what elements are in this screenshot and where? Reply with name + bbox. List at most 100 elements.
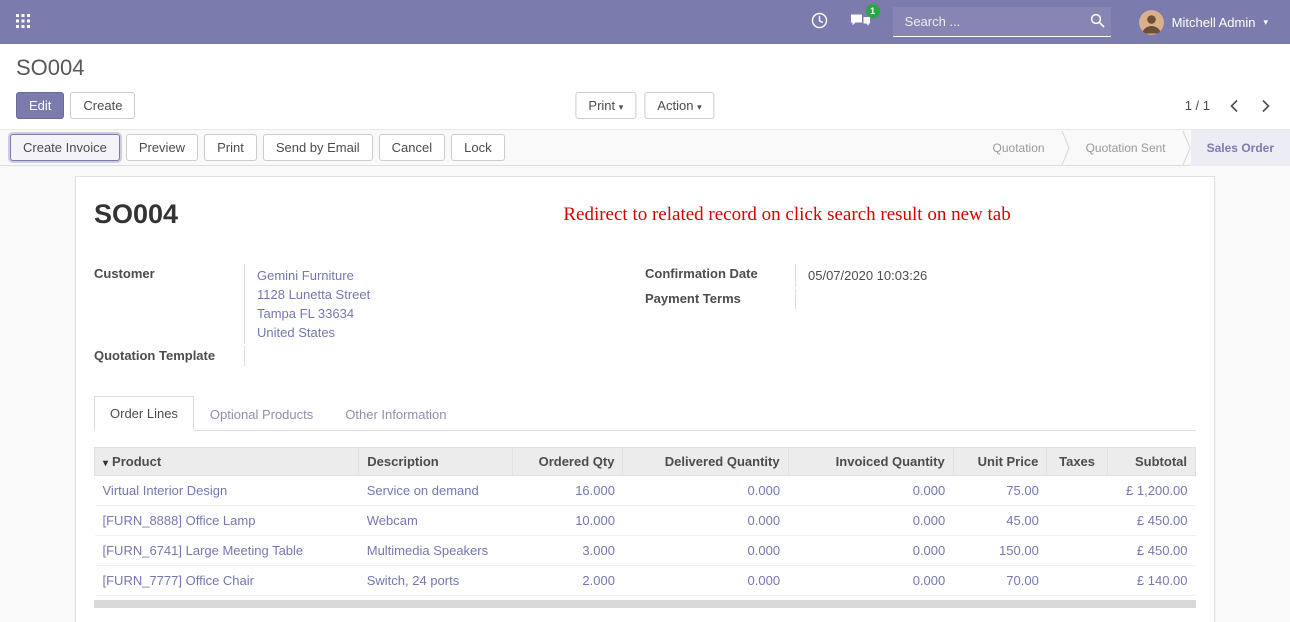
action-dropdown-button[interactable]: Action ▾ bbox=[644, 92, 714, 119]
product-link[interactable]: [FURN_6741] Large Meeting Table bbox=[103, 543, 304, 558]
taxes-cell bbox=[1047, 536, 1108, 566]
user-menu[interactable]: Mitchell Admin ▾ bbox=[1133, 9, 1274, 36]
sales-order-sheet: SO004 Redirect to related record on clic… bbox=[75, 176, 1215, 622]
table-header-row: ▾Product Description Ordered Qty Deliver… bbox=[95, 448, 1196, 476]
product-link[interactable]: [FURN_8888] Office Lamp bbox=[103, 513, 256, 528]
product-link[interactable]: [FURN_7777] Office Chair bbox=[103, 573, 255, 588]
annotation-text: Redirect to related record on click sear… bbox=[178, 204, 1196, 226]
payment-terms-value bbox=[795, 289, 1196, 309]
preview-button[interactable]: Preview bbox=[126, 134, 198, 161]
apps-menu-button[interactable] bbox=[16, 14, 30, 31]
activities-button[interactable] bbox=[811, 12, 828, 32]
customer-name-link[interactable]: Gemini Furniture bbox=[257, 266, 621, 285]
ordered-qty-cell: 2.000 bbox=[513, 566, 623, 596]
tab-order-lines[interactable]: Order Lines bbox=[94, 396, 194, 431]
confirmation-date-field: Confirmation Date 05/07/2020 10:03:26 bbox=[645, 264, 1196, 287]
page-title: SO004 bbox=[16, 55, 85, 80]
subtotal-cell: £ 140.00 bbox=[1107, 566, 1195, 596]
unit-price-cell: 75.00 bbox=[953, 476, 1047, 506]
subtotal-cell: £ 1,200.00 bbox=[1107, 476, 1195, 506]
order-line-row[interactable]: [FURN_6741] Large Meeting Table Multimed… bbox=[95, 536, 1196, 566]
user-avatar bbox=[1139, 10, 1164, 35]
pager-previous-button[interactable] bbox=[1226, 97, 1242, 115]
breadcrumb: SO004 bbox=[0, 44, 1290, 84]
order-line-row[interactable]: [FURN_7777] Office Chair Switch, 24 port… bbox=[95, 566, 1196, 596]
column-header-ordered-qty[interactable]: Ordered Qty bbox=[513, 448, 623, 476]
state-quotation-sent[interactable]: Quotation Sent bbox=[1070, 130, 1182, 166]
unit-price-cell: 45.00 bbox=[953, 506, 1047, 536]
column-header-unit-price[interactable]: Unit Price bbox=[953, 448, 1047, 476]
description-cell: Switch, 24 ports bbox=[359, 566, 513, 596]
record-title: SO004 bbox=[94, 199, 178, 230]
caret-down-icon: ▾ bbox=[697, 102, 702, 112]
apps-grid-icon bbox=[16, 14, 30, 31]
tab-other-information[interactable]: Other Information bbox=[329, 396, 462, 431]
subtotal-cell: £ 450.00 bbox=[1107, 506, 1195, 536]
product-link[interactable]: Virtual Interior Design bbox=[103, 483, 228, 498]
column-header-taxes[interactable]: Taxes bbox=[1047, 448, 1108, 476]
state-quotation[interactable]: Quotation bbox=[977, 130, 1061, 166]
search-icon bbox=[1090, 13, 1105, 31]
lock-button[interactable]: Lock bbox=[451, 134, 504, 161]
customer-city: Tampa FL 33634 bbox=[257, 304, 621, 323]
state-chevron-icon bbox=[1061, 130, 1070, 166]
customer-country: United States bbox=[257, 323, 621, 342]
field-groups: Customer Gemini Furniture 1128 Lunetta S… bbox=[94, 264, 1196, 368]
invoiced-qty-cell: 0.000 bbox=[788, 536, 953, 566]
notebook-tabs: Order Lines Optional Products Other Info… bbox=[94, 396, 1196, 431]
messages-button[interactable]: 1 bbox=[850, 12, 871, 32]
print-dropdown-button[interactable]: Print ▾ bbox=[575, 92, 636, 119]
cancel-button[interactable]: Cancel bbox=[379, 134, 445, 161]
print-button[interactable]: Print bbox=[204, 134, 257, 161]
create-invoice-button[interactable]: Create Invoice bbox=[10, 134, 120, 161]
quotation-template-label: Quotation Template bbox=[94, 346, 244, 366]
taxes-cell bbox=[1047, 506, 1108, 536]
control-panel: Edit Create Print ▾ Action ▾ 1 / 1 bbox=[0, 84, 1290, 129]
edit-button[interactable]: Edit bbox=[16, 92, 64, 119]
column-header-delivered-quantity[interactable]: Delivered Quantity bbox=[623, 448, 788, 476]
unit-price-cell: 70.00 bbox=[953, 566, 1047, 596]
clock-icon bbox=[811, 12, 828, 32]
search-input[interactable] bbox=[903, 13, 1090, 30]
state-sales-order[interactable]: Sales Order bbox=[1191, 130, 1290, 166]
payment-terms-label: Payment Terms bbox=[645, 289, 795, 309]
top-navbar: 1 Mitchell Admin bbox=[0, 0, 1290, 44]
global-search bbox=[893, 7, 1111, 37]
state-chevron-icon bbox=[1182, 130, 1191, 166]
customer-label: Customer bbox=[94, 264, 244, 344]
user-name: Mitchell Admin bbox=[1172, 15, 1256, 30]
delivered-qty-cell: 0.000 bbox=[623, 476, 788, 506]
table-scrollbar bbox=[94, 600, 1196, 608]
description-cell: Service on demand bbox=[359, 476, 513, 506]
create-button[interactable]: Create bbox=[70, 92, 135, 119]
statusbar: Create Invoice Preview Print Send by Ema… bbox=[0, 129, 1290, 166]
column-header-invoiced-quantity[interactable]: Invoiced Quantity bbox=[788, 448, 953, 476]
message-count-badge: 1 bbox=[866, 4, 880, 18]
taxes-cell bbox=[1047, 476, 1108, 506]
pager-next-button[interactable] bbox=[1258, 97, 1274, 115]
pager-value: 1 / 1 bbox=[1185, 98, 1210, 113]
order-line-row[interactable]: [FURN_8888] Office Lamp Webcam 10.000 0.… bbox=[95, 506, 1196, 536]
search-button[interactable] bbox=[1090, 13, 1105, 31]
invoiced-qty-cell: 0.000 bbox=[788, 476, 953, 506]
delivered-qty-cell: 0.000 bbox=[623, 566, 788, 596]
subtotal-cell: £ 450.00 bbox=[1107, 536, 1195, 566]
column-header-product[interactable]: ▾Product bbox=[95, 448, 359, 476]
column-header-subtotal[interactable]: Subtotal bbox=[1107, 448, 1195, 476]
tab-optional-products[interactable]: Optional Products bbox=[194, 396, 329, 431]
confirmation-date-value: 05/07/2020 10:03:26 bbox=[808, 268, 927, 283]
order-line-row[interactable]: Virtual Interior Design Service on deman… bbox=[95, 476, 1196, 506]
send-by-email-button[interactable]: Send by Email bbox=[263, 134, 373, 161]
unit-price-cell: 150.00 bbox=[953, 536, 1047, 566]
payment-terms-field: Payment Terms bbox=[645, 289, 1196, 309]
caret-down-icon: ▾ bbox=[1263, 18, 1268, 27]
customer-field: Customer Gemini Furniture 1128 Lunetta S… bbox=[94, 264, 621, 344]
column-header-description[interactable]: Description bbox=[359, 448, 513, 476]
quotation-template-value bbox=[244, 346, 621, 366]
invoiced-qty-cell: 0.000 bbox=[788, 506, 953, 536]
ordered-qty-cell: 10.000 bbox=[513, 506, 623, 536]
sort-caret-icon: ▾ bbox=[103, 458, 108, 469]
invoiced-qty-cell: 0.000 bbox=[788, 566, 953, 596]
caret-down-icon: ▾ bbox=[619, 102, 624, 112]
ordered-qty-cell: 3.000 bbox=[513, 536, 623, 566]
